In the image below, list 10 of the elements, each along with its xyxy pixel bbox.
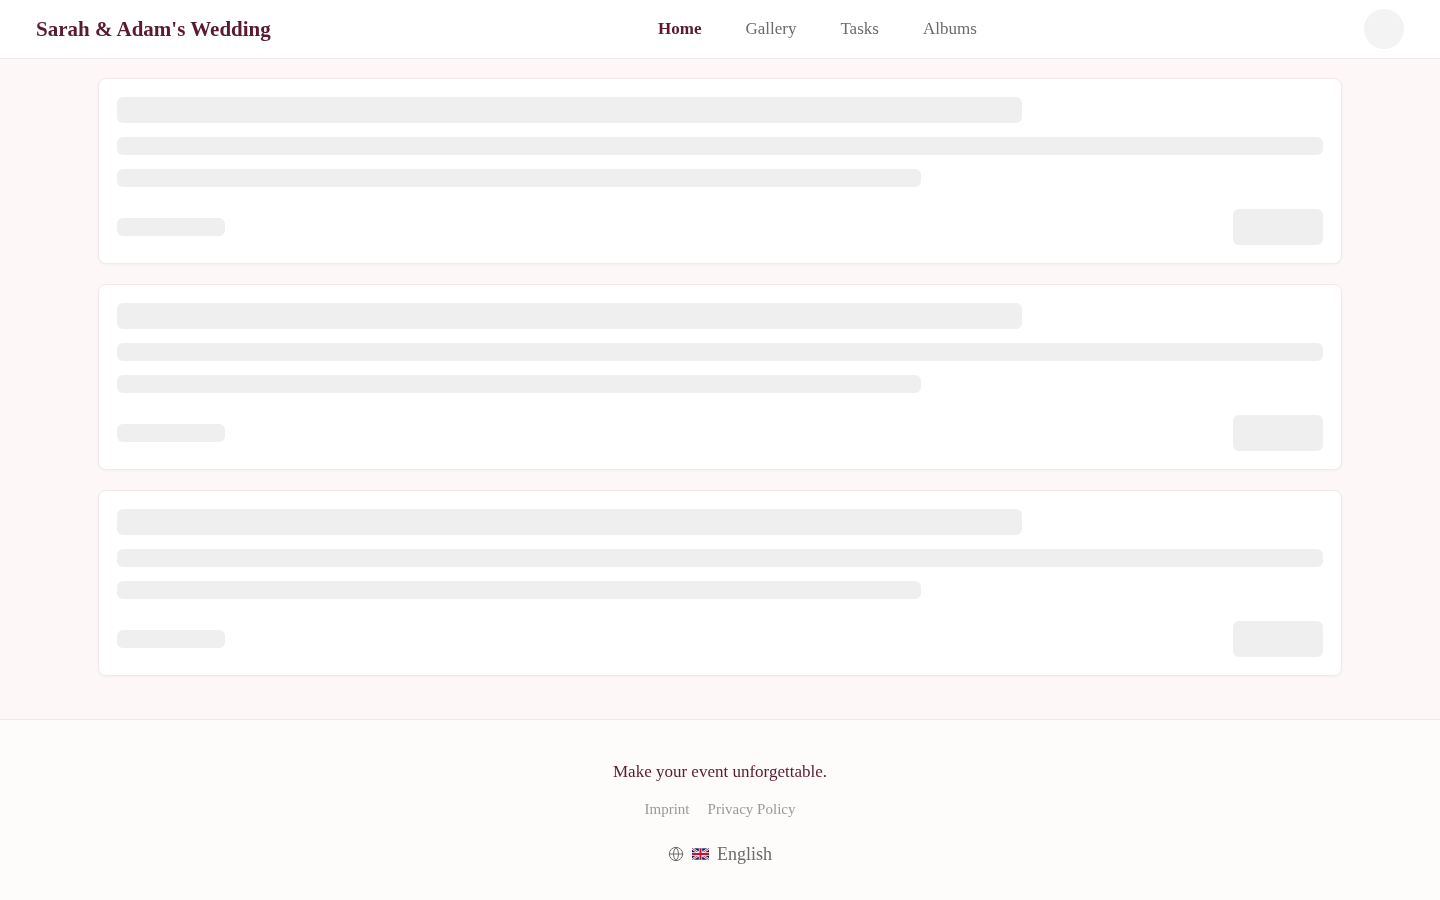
site-title[interactable]: Sarah & Adam's Wedding [36, 15, 271, 43]
footer-tagline: Make your event unforgettable. [613, 761, 827, 783]
footer-link[interactable]: Privacy Policy [707, 799, 796, 819]
nav-link[interactable]: Home [658, 16, 702, 42]
nav-link[interactable]: Albums [922, 16, 977, 42]
nav-link[interactable]: Gallery [745, 16, 797, 42]
uk-flag-icon [692, 848, 709, 860]
nav-link[interactable]: Tasks [840, 16, 879, 42]
language-selector[interactable]: English [668, 841, 772, 867]
globe-icon [668, 846, 684, 862]
